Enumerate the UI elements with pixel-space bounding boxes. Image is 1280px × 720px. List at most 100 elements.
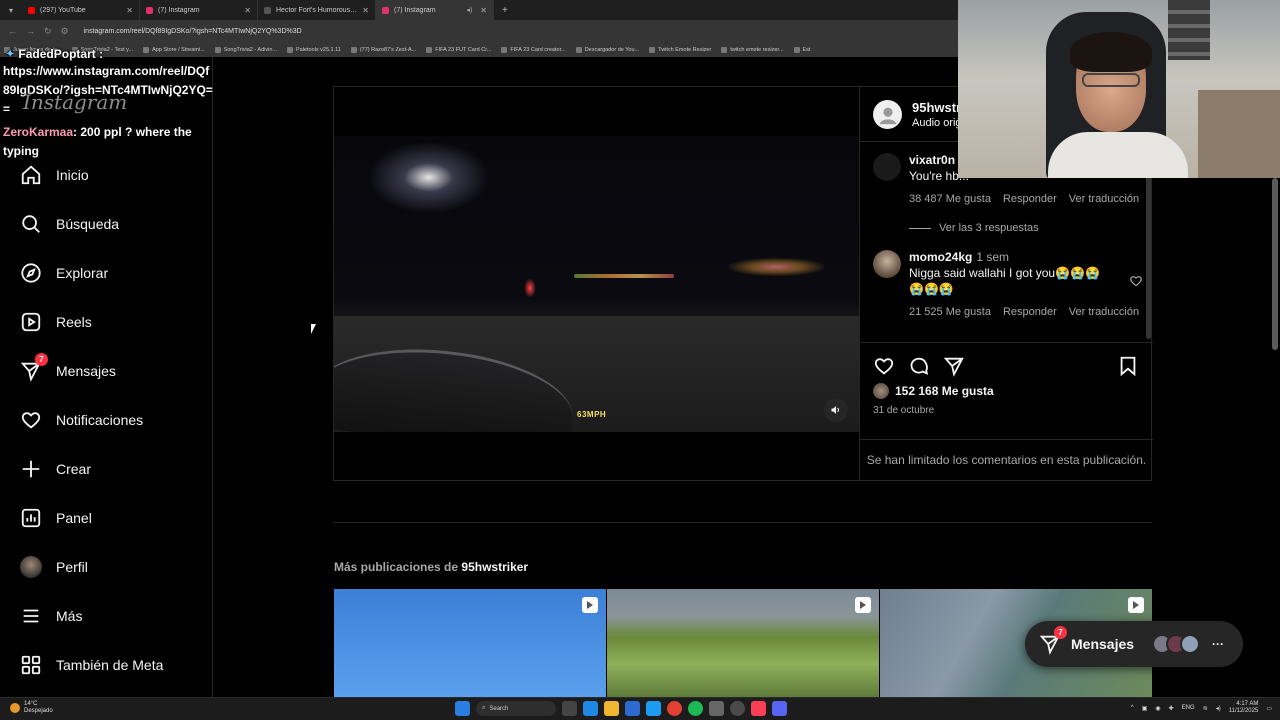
bookmark-item[interactable]: Twitch Emote Resizer [649,46,711,53]
notifications-icon[interactable]: ▭ [1266,705,1272,712]
close-tab-icon[interactable]: ✕ [480,6,487,15]
post-audio-link[interactable]: Audio orig [912,117,962,129]
sidebar-item-label: Notificaciones [56,412,144,428]
bookmark-item[interactable]: Paletools v25.1.11 [286,46,341,53]
mute-button[interactable] [824,398,848,422]
share-button[interactable] [943,355,965,377]
messages-pill-button[interactable]: 7 Mensajes ··· [1025,621,1243,667]
avatar[interactable] [873,153,901,181]
close-tab-icon[interactable]: ✕ [362,6,369,15]
bookmark-item[interactable]: FIFA 23 FUT Card Cr... [426,46,491,53]
sidebar-item-perfil[interactable]: Perfil [20,556,88,578]
language-indicator[interactable]: ENG [1182,705,1195,711]
tray-app-icon[interactable]: ✚ [1169,705,1174,712]
spotify-icon[interactable] [688,701,703,716]
sidebar-item-reels[interactable]: Reels [20,311,92,333]
reply-link[interactable]: Responder [1003,193,1057,205]
view-replies-button[interactable]: Ver las 3 respuestas [909,222,1039,234]
bookmark-item[interactable]: App Store / Streami... [143,46,205,53]
bookmark-favicon-icon [426,46,433,53]
post-thumbnail[interactable] [607,589,879,697]
bookmark-favicon-icon [501,46,508,53]
close-tab-icon[interactable]: ✕ [244,6,251,15]
taskbar-search[interactable]: ⌕ Search [476,701,556,716]
avatar[interactable] [873,100,902,129]
volume-icon[interactable]: ◂) [1216,705,1221,712]
music-icon[interactable] [751,701,766,716]
comment-likes[interactable]: 38 487 Me gusta [909,193,991,205]
settings-icon[interactable] [709,701,724,716]
instagram-favicon-icon [146,6,153,14]
sidebar-item-notificaciones[interactable]: Notificaciones [20,409,143,431]
forward-icon[interactable]: → [26,26,35,36]
comment-username[interactable]: momo24kg 1 sem [909,250,1009,264]
browser-tab[interactable]: (7) Instagram ✕ [140,0,258,20]
browser-tab[interactable]: (297) YouTube ✕ [22,0,140,20]
reel-video[interactable]: 63MPH [334,87,859,480]
clock[interactable]: 4:17 AM 11/12/2025 [1229,701,1259,715]
browser-tab-active[interactable]: (7) Instagram ◂) ✕ [376,0,494,20]
file-explorer-icon[interactable] [604,701,619,716]
sidebar-item-mas[interactable]: Más [20,605,82,627]
like-count[interactable]: 152 168 Me gusta [873,383,994,399]
bookmark-item[interactable]: SongTrivia2 - Adivin... [214,46,277,53]
more-posts-prefix: Más publicaciones de [334,560,459,574]
chrome-icon[interactable] [667,701,682,716]
tray-app-icon[interactable]: ◉ [1155,705,1160,712]
comment-meta: 21 525 Me gusta Responder Ver traducción [909,306,1139,318]
translate-link[interactable]: Ver traducción [1069,193,1139,205]
tray-chevron-icon[interactable]: ^ [1131,705,1134,711]
weather-condition: Despejado [24,708,53,714]
avatar[interactable] [873,250,901,278]
edge-icon[interactable] [583,701,598,716]
like-comment-button[interactable] [1129,274,1143,288]
mail-icon[interactable] [646,701,661,716]
shelf [1168,0,1210,60]
post-username[interactable]: 95hwstri [912,100,965,115]
save-button[interactable] [1117,355,1139,377]
speaker-icon[interactable]: ◂) [466,6,472,14]
reload-icon[interactable]: ↻ [44,26,52,37]
sidebar-item-panel[interactable]: Panel [20,507,92,529]
sidebar-item-explorar[interactable]: Explorar [20,262,108,284]
windows-start-icon[interactable] [455,701,470,716]
bookmark-item[interactable]: Est [793,46,810,53]
comment-likes[interactable]: 21 525 Me gusta [909,306,991,318]
page-scrollbar[interactable] [1272,178,1278,350]
post-thumbnail[interactable] [334,589,606,697]
tab-title: (7) Instagram [394,6,436,14]
back-icon[interactable]: ← [8,26,17,36]
new-tab-button[interactable]: + [494,5,516,16]
bookmark-item[interactable]: twitch emote resizer... [721,46,784,53]
sidebar-item-busqueda[interactable]: Búsqueda [20,213,119,235]
task-view-icon[interactable] [562,701,577,716]
sidebar-item-inicio[interactable]: Inicio [20,164,89,186]
comment-button[interactable] [908,355,930,377]
wifi-icon[interactable]: ≋ [1203,705,1208,712]
weather-widget[interactable]: 14°C Despejado [10,701,53,715]
video-frame[interactable]: 63MPH [334,136,859,432]
translate-link[interactable]: Ver traducción [1069,306,1139,318]
store-icon[interactable] [625,701,640,716]
bookmark-item[interactable]: (77) Razo87's Zest-A... [350,46,416,53]
tab-search-icon[interactable]: ▾ [0,6,22,15]
url-field[interactable]: instagram.com/reel/DQf89IgDSKo/?igsh=NTc… [84,28,302,35]
obs-icon[interactable] [730,701,745,716]
browser-tab[interactable]: Hector Fort's Humorous Mom... ✕ [258,0,376,20]
site-info-icon[interactable]: ⚙ [61,26,69,37]
sidebar-item-mensajes[interactable]: 7 Mensajes [20,353,116,382]
bookmark-item[interactable]: FIFA 23 Card creator... [501,46,566,53]
like-button[interactable] [873,355,895,377]
more-posts-account[interactable]: 95hwstriker [461,560,528,574]
tray-app-icon[interactable]: ▣ [1142,705,1148,712]
close-tab-icon[interactable]: ✕ [126,6,133,15]
reply-link[interactable]: Responder [1003,306,1057,318]
sidebar-item-crear[interactable]: Crear [20,458,91,480]
comment-username[interactable]: vixatr0n [909,153,955,167]
bookmark-favicon-icon [793,46,800,53]
bookmark-item[interactable]: Descargador de You... [575,46,639,53]
discord-icon[interactable] [772,701,787,716]
sidebar-item-tambien-de-meta[interactable]: También de Meta [20,654,163,676]
bookmark-favicon-icon [721,46,728,53]
more-icon: ··· [1212,637,1225,651]
